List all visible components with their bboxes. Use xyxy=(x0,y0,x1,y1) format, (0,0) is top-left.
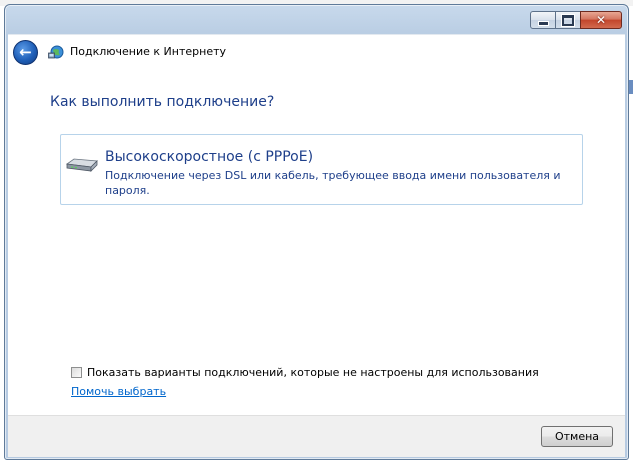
window-title: Подключение к Интернету xyxy=(70,45,227,58)
network-globe-icon xyxy=(48,45,64,59)
close-button[interactable]: ✕ xyxy=(580,11,622,29)
modem-icon xyxy=(65,158,98,172)
minimize-button[interactable] xyxy=(530,11,556,29)
option-pppoe[interactable]: Высокоскоростное (с PPPoE) Подключение ч… xyxy=(60,134,583,205)
wizard-footer: Отмена xyxy=(8,415,625,457)
connect-to-internet-window: ✕ ← Подключение к Интернету Как выполнит… xyxy=(4,4,629,460)
back-arrow-icon: ← xyxy=(19,42,32,61)
cancel-button[interactable]: Отмена xyxy=(541,426,613,447)
close-icon: ✕ xyxy=(595,13,607,27)
page-heading: Как выполнить подключение? xyxy=(50,94,275,110)
help-choose-link[interactable]: Помочь выбрать xyxy=(71,384,166,400)
maximize-icon xyxy=(562,14,574,26)
back-button[interactable]: ← xyxy=(13,40,38,65)
show-all-options-row[interactable]: Показать варианты подключений, которые н… xyxy=(71,364,539,380)
maximize-button[interactable] xyxy=(555,11,581,29)
wizard-content: ← Подключение к Интернету Как выполнить … xyxy=(8,34,625,415)
show-all-options-checkbox[interactable] xyxy=(71,366,82,378)
caption-buttons: ✕ xyxy=(530,11,622,29)
wizard-header: ← Подключение к Интернету xyxy=(8,35,625,68)
minimize-icon xyxy=(537,20,549,26)
option-description: Подключение через DSL или кабель, требую… xyxy=(105,169,561,197)
title-bar[interactable]: ✕ xyxy=(5,5,628,37)
option-title: Высокоскоростное (с PPPoE) xyxy=(105,149,314,165)
desktop-background: ✕ ← Подключение к Интернету Как выполнит… xyxy=(0,0,633,463)
show-all-options-label[interactable]: Показать варианты подключений, которые н… xyxy=(87,366,539,379)
